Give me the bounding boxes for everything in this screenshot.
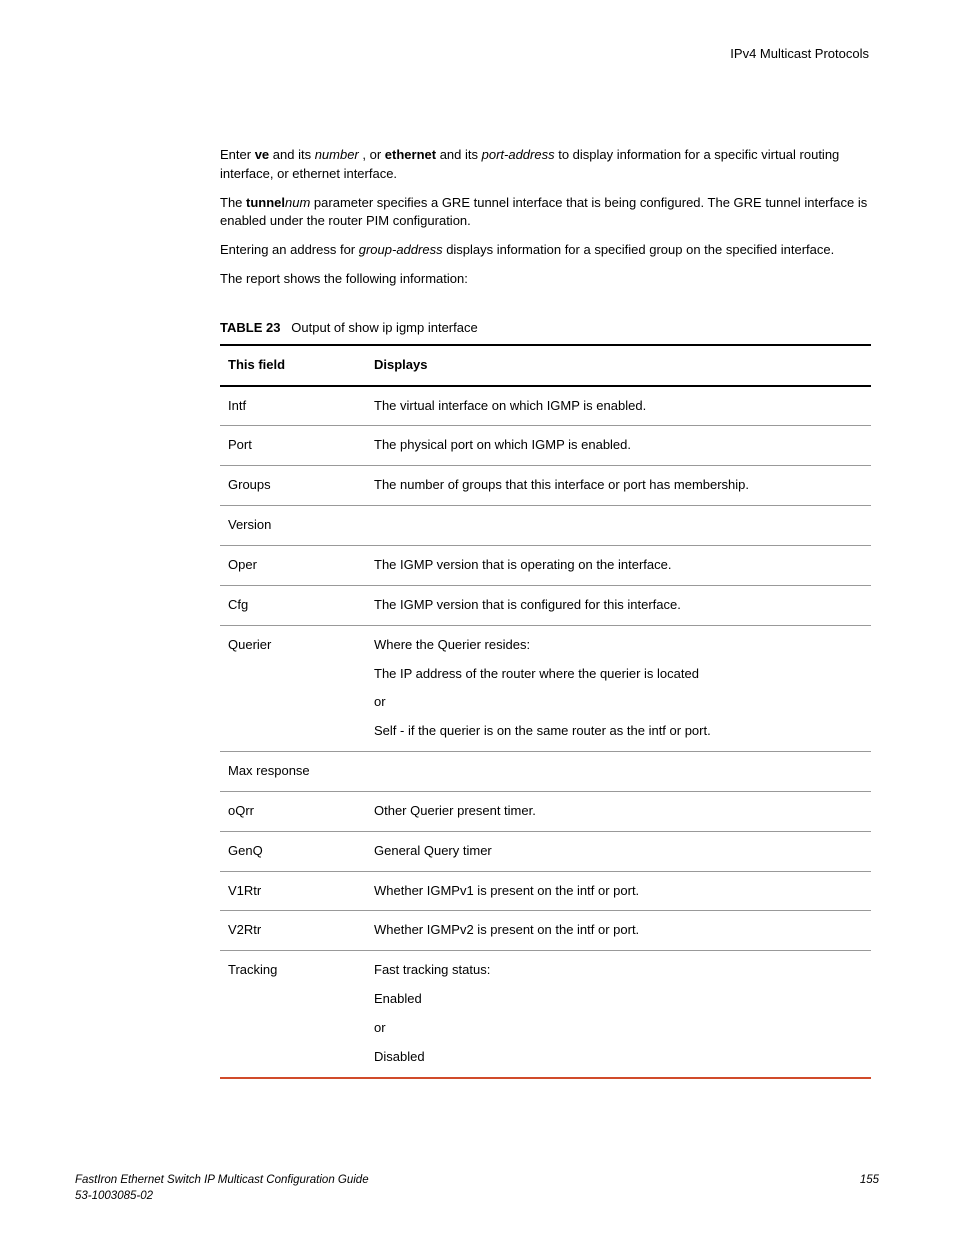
output-table: This field Displays IntfThe virtual inte… <box>220 344 871 1079</box>
footer-doc-number: 53-1003085-02 <box>75 1190 153 1202</box>
cell-field: Cfg <box>220 585 366 625</box>
cmd-tunnel: tunnel <box>246 195 285 210</box>
cell-displays <box>366 752 871 792</box>
text: Enter <box>220 147 255 162</box>
paragraph-2: The tunnelnum parameter specifies a GRE … <box>220 194 871 232</box>
cell-displays: The virtual interface on which IGMP is e… <box>366 386 871 426</box>
cell-field: Version <box>220 506 366 546</box>
cell-line: Fast tracking status: <box>374 961 863 980</box>
page-header-title: IPv4 Multicast Protocols <box>75 45 879 64</box>
cell-field: oQrr <box>220 791 366 831</box>
text: The <box>220 195 246 210</box>
cell-displays: Other Querier present timer. <box>366 791 871 831</box>
footer-left: FastIron Ethernet Switch IP Multicast Co… <box>75 1172 369 1205</box>
cell-displays: The number of groups that this interface… <box>366 466 871 506</box>
text: and its <box>436 147 482 162</box>
cell-displays <box>366 506 871 546</box>
table-row: GroupsThe number of groups that this int… <box>220 466 871 506</box>
cell-field: Querier <box>220 625 366 751</box>
col-header-field: This field <box>220 345 366 386</box>
table-row: Tracking Fast tracking status: Enabled or Di… <box>220 951 871 1078</box>
cell-displays: The physical port on which IGMP is enabl… <box>366 426 871 466</box>
paragraph-1: Enter ve and its number , or ethernet an… <box>220 146 871 184</box>
table-row: OperThe IGMP version that is operating o… <box>220 545 871 585</box>
table-row: PortThe physical port on which IGMP is e… <box>220 426 871 466</box>
arg-num: num <box>285 195 310 210</box>
text: Entering an address for <box>220 242 359 257</box>
text: displays information for a specified gro… <box>443 242 835 257</box>
cell-line: Enabled <box>374 990 863 1009</box>
table-header-row: This field Displays <box>220 345 871 386</box>
footer-page-number: 155 <box>860 1172 879 1189</box>
col-header-displays: Displays <box>366 345 871 386</box>
table-row: oQrrOther Querier present timer. <box>220 791 871 831</box>
paragraph-3: Entering an address for group-address di… <box>220 241 871 260</box>
cmd-ve: ve <box>255 147 269 162</box>
arg-number: number <box>315 147 359 162</box>
cmd-ethernet: ethernet <box>385 147 436 162</box>
paragraph-4: The report shows the following informati… <box>220 270 871 289</box>
cell-line: The IP address of the router where the q… <box>374 665 863 684</box>
table-row: IntfThe virtual interface on which IGMP … <box>220 386 871 426</box>
cell-line: Disabled <box>374 1048 863 1067</box>
cell-displays: Whether IGMPv2 is present on the intf or… <box>366 911 871 951</box>
table-row: Version <box>220 506 871 546</box>
table-body: IntfThe virtual interface on which IGMP … <box>220 386 871 1078</box>
text: parameter specifies a GRE tunnel interfa… <box>220 195 867 229</box>
cell-displays: Where the Querier resides: The IP address… <box>366 625 871 751</box>
cell-field: V2Rtr <box>220 911 366 951</box>
page-footer: FastIron Ethernet Switch IP Multicast Co… <box>75 1172 879 1205</box>
table-row: GenQGeneral Query timer <box>220 831 871 871</box>
cell-line: Where the Querier resides: <box>374 636 863 655</box>
table-caption: TABLE 23 Output of show ip igmp interfac… <box>220 319 871 338</box>
table-row: V2RtrWhether IGMPv2 is present on the in… <box>220 911 871 951</box>
body-content: Enter ve and its number , or ethernet an… <box>220 146 871 1079</box>
cell-displays: The IGMP version that is configured for … <box>366 585 871 625</box>
arg-group-address: group-address <box>359 242 443 257</box>
cell-displays: Whether IGMPv1 is present on the intf or… <box>366 871 871 911</box>
text: , or <box>359 147 385 162</box>
cell-field: Groups <box>220 466 366 506</box>
table-row: Querier Where the Querier resides: The IP … <box>220 625 871 751</box>
cell-field: Intf <box>220 386 366 426</box>
table-row: V1RtrWhether IGMPv1 is present on the in… <box>220 871 871 911</box>
footer-guide-title: FastIron Ethernet Switch IP Multicast Co… <box>75 1174 369 1186</box>
cell-displays: The IGMP version that is operating on th… <box>366 545 871 585</box>
table-row: CfgThe IGMP version that is configured f… <box>220 585 871 625</box>
cell-displays: Fast tracking status: Enabled or Disabled <box>366 951 871 1078</box>
cell-line: or <box>374 693 863 712</box>
cell-field: V1Rtr <box>220 871 366 911</box>
table-caption-text: Output of show ip igmp interface <box>291 320 477 335</box>
cell-field: GenQ <box>220 831 366 871</box>
arg-port-address: port-address <box>482 147 555 162</box>
cell-line: Self - if the querier is on the same rou… <box>374 722 863 741</box>
cell-field: Tracking <box>220 951 366 1078</box>
text: and its <box>269 147 315 162</box>
cell-field: Max response <box>220 752 366 792</box>
cell-displays: General Query timer <box>366 831 871 871</box>
cell-field: Port <box>220 426 366 466</box>
cell-field: Oper <box>220 545 366 585</box>
table-caption-label: TABLE 23 <box>220 320 280 335</box>
document-page: IPv4 Multicast Protocols Enter ve and it… <box>0 0 954 1235</box>
table-row: Max response <box>220 752 871 792</box>
cell-line: or <box>374 1019 863 1038</box>
